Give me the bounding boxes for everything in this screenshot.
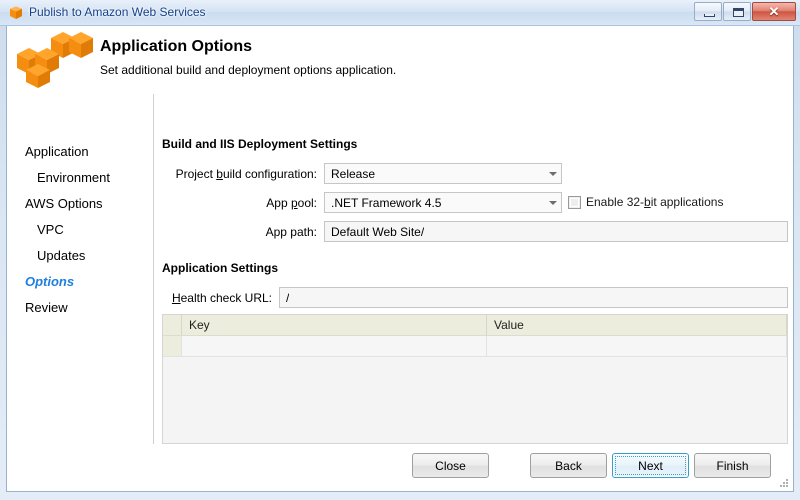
back-button[interactable]: Back bbox=[530, 453, 607, 478]
enable-32bit-checkbox-row[interactable]: Enable 32-bit applications bbox=[568, 195, 723, 209]
project-build-configuration-combobox[interactable]: Release bbox=[324, 163, 562, 184]
grid-select-all-header[interactable] bbox=[163, 315, 182, 335]
sidebar-item-review[interactable]: Review bbox=[25, 300, 68, 315]
minimize-icon bbox=[704, 14, 715, 17]
application-settings-heading: Application Settings bbox=[162, 261, 278, 275]
options-form: Build and IIS Deployment Settings Projec… bbox=[154, 92, 794, 445]
application-window: Publish to Amazon Web Services ✕ bbox=[0, 0, 800, 500]
project-build-label: Project build configuration: bbox=[154, 167, 317, 181]
maximize-icon bbox=[733, 8, 744, 17]
finish-button[interactable]: Finish bbox=[694, 453, 771, 478]
app-pool-value: .NET Framework 4.5 bbox=[325, 196, 544, 210]
aws-cube-icon bbox=[8, 5, 24, 21]
chevron-down-icon[interactable] bbox=[544, 164, 561, 183]
dialog-button-bar: Close Back Next Finish bbox=[7, 444, 793, 491]
window-title: Publish to Amazon Web Services bbox=[29, 5, 206, 19]
grid-column-header-value[interactable]: Value bbox=[487, 315, 787, 335]
aws-cubes-logo bbox=[15, 30, 93, 88]
sidebar-item-environment[interactable]: Environment bbox=[25, 170, 110, 185]
chevron-down-icon[interactable] bbox=[544, 193, 561, 212]
app-path-label: App path: bbox=[154, 225, 317, 239]
app-path-value: Default Web Site/ bbox=[325, 225, 424, 239]
application-settings-grid[interactable]: Key Value bbox=[162, 314, 788, 444]
app-pool-label: App pool: bbox=[154, 196, 317, 210]
grid-cell-value[interactable] bbox=[487, 336, 787, 356]
page-subtitle: Set additional build and deployment opti… bbox=[100, 63, 396, 77]
wizard-navigation: Application Environment AWS Options VPC … bbox=[7, 92, 153, 445]
maximize-button[interactable] bbox=[723, 2, 751, 21]
build-settings-heading: Build and IIS Deployment Settings bbox=[162, 137, 357, 151]
app-path-input[interactable]: Default Web Site/ bbox=[324, 221, 788, 242]
project-build-value: Release bbox=[325, 167, 544, 181]
grid-row-selector[interactable] bbox=[163, 336, 182, 356]
page-title: Application Options bbox=[100, 38, 252, 56]
minimize-button[interactable] bbox=[694, 2, 722, 21]
app-pool-combobox[interactable]: .NET Framework 4.5 bbox=[324, 192, 562, 213]
health-check-url-value: / bbox=[280, 291, 289, 305]
grid-header-row: Key Value bbox=[163, 315, 787, 336]
sidebar-item-vpc[interactable]: VPC bbox=[25, 222, 64, 237]
close-button[interactable]: ✕ bbox=[752, 2, 796, 21]
resize-grip-icon[interactable] bbox=[778, 477, 790, 489]
next-button[interactable]: Next bbox=[612, 453, 689, 478]
page-header: Application Options Set additional build… bbox=[7, 26, 793, 92]
sidebar-item-aws-options[interactable]: AWS Options bbox=[25, 196, 103, 211]
window-controls: ✕ bbox=[694, 2, 796, 21]
close-icon: ✕ bbox=[753, 3, 795, 20]
close-button-footer[interactable]: Close bbox=[412, 453, 489, 478]
focus-rectangle bbox=[615, 456, 686, 475]
sidebar-item-application[interactable]: Application bbox=[25, 144, 89, 159]
dialog-client-area: Application Options Set additional build… bbox=[6, 26, 794, 492]
health-check-url-input[interactable]: / bbox=[279, 287, 788, 308]
grid-new-row[interactable] bbox=[163, 336, 787, 357]
enable-32bit-label: Enable 32-bit applications bbox=[586, 195, 723, 209]
health-check-url-label: Health check URL: bbox=[154, 291, 272, 305]
sidebar-item-options[interactable]: Options bbox=[25, 274, 74, 289]
grid-cell-key[interactable] bbox=[182, 336, 487, 356]
enable-32bit-checkbox[interactable] bbox=[568, 196, 581, 209]
grid-column-header-key[interactable]: Key bbox=[182, 315, 487, 335]
title-bar[interactable]: Publish to Amazon Web Services ✕ bbox=[0, 0, 800, 26]
sidebar-item-updates[interactable]: Updates bbox=[25, 248, 85, 263]
